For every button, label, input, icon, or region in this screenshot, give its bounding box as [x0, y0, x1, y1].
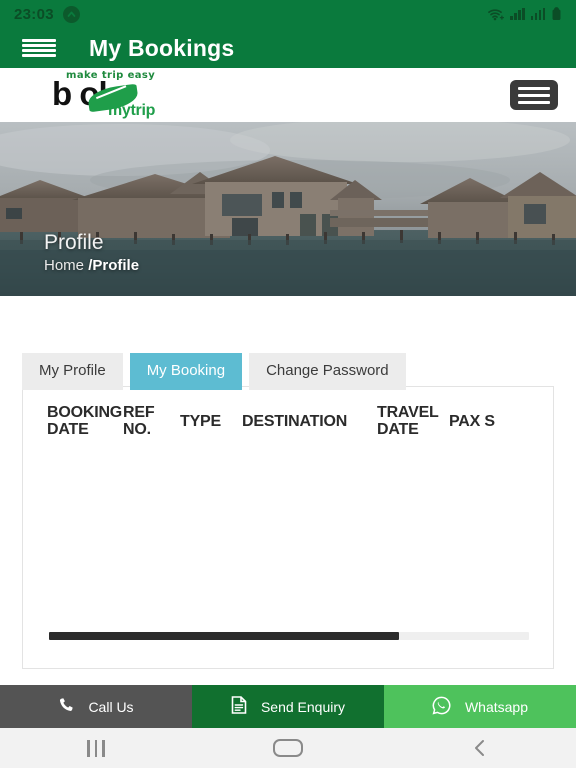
breadcrumb: Home /Profile [44, 257, 139, 274]
back-chevron-icon[interactable] [384, 738, 576, 758]
horizontal-scrollbar[interactable] [49, 632, 529, 640]
column-header-pax: PAX S [449, 413, 495, 430]
home-icon[interactable] [192, 739, 384, 757]
call-us-button[interactable]: Call Us [0, 685, 192, 728]
tab-my-profile[interactable]: My Profile [22, 353, 123, 390]
hamburger-menu-icon[interactable] [22, 37, 56, 59]
wifi-plus-icon [488, 8, 504, 21]
profile-tabs: My Profile My Booking Change Password [22, 353, 406, 390]
phone-icon [58, 697, 74, 716]
column-header-destination: DESTINATION [242, 413, 348, 430]
menu-toggle-button[interactable] [510, 80, 558, 110]
booking-table-panel: BOOKING DATE REF NO. TYPE DESTINATION TR… [22, 386, 554, 669]
signal-bars-icon [530, 8, 545, 20]
chevron-up-circle-icon [62, 5, 80, 23]
recents-icon[interactable] [0, 739, 192, 757]
logo-subtext: mytrip [108, 102, 156, 119]
app-bar: My Bookings [0, 28, 576, 68]
page-title: My Bookings [89, 34, 235, 61]
site-header: make trip easy b ok mytrip [0, 68, 576, 122]
tab-change-password[interactable]: Change Password [249, 353, 406, 390]
column-header-type: TYPE [180, 413, 221, 430]
column-header-ref-no: REF NO. [123, 404, 155, 438]
status-time: 23:03 [14, 5, 54, 23]
status-bar-left: 23:03 [14, 5, 80, 23]
send-enquiry-label: Send Enquiry [260, 698, 346, 715]
column-header-booking-date: BOOKING DATE [47, 404, 123, 438]
hero-title: Profile [44, 230, 104, 254]
whatsapp-button[interactable]: Whatsapp [384, 685, 576, 728]
phone-screen: 23:03 My Bookings make trip easy b ok my… [0, 0, 576, 768]
whatsapp-icon [432, 696, 451, 718]
scrollbar-thumb[interactable] [49, 632, 400, 640]
column-header-travel-date: TRAVEL DATE [377, 404, 439, 438]
bottom-action-bar: Call Us Send Enquiry Whatsapp [0, 685, 576, 728]
battery-icon [551, 7, 562, 21]
call-us-label: Call Us [88, 698, 134, 715]
breadcrumb-current: /Profile [88, 257, 140, 274]
signal-bars-icon [510, 8, 525, 20]
brand-logo[interactable]: make trip easy b ok mytrip [26, 69, 206, 121]
whatsapp-label: Whatsapp [464, 698, 529, 715]
status-bar: 23:03 [0, 0, 576, 28]
send-enquiry-button[interactable]: Send Enquiry [192, 685, 384, 728]
hero-banner: Profile Home /Profile [0, 122, 576, 296]
document-icon [231, 696, 247, 717]
tab-my-booking[interactable]: My Booking [129, 353, 243, 390]
hero-text-block: Profile Home /Profile [44, 231, 139, 274]
booking-table-header-row: BOOKING DATE REF NO. TYPE DESTINATION TR… [23, 387, 553, 439]
android-nav-bar [0, 728, 576, 768]
status-bar-right [488, 7, 562, 21]
breadcrumb-home[interactable]: Home [44, 257, 84, 274]
